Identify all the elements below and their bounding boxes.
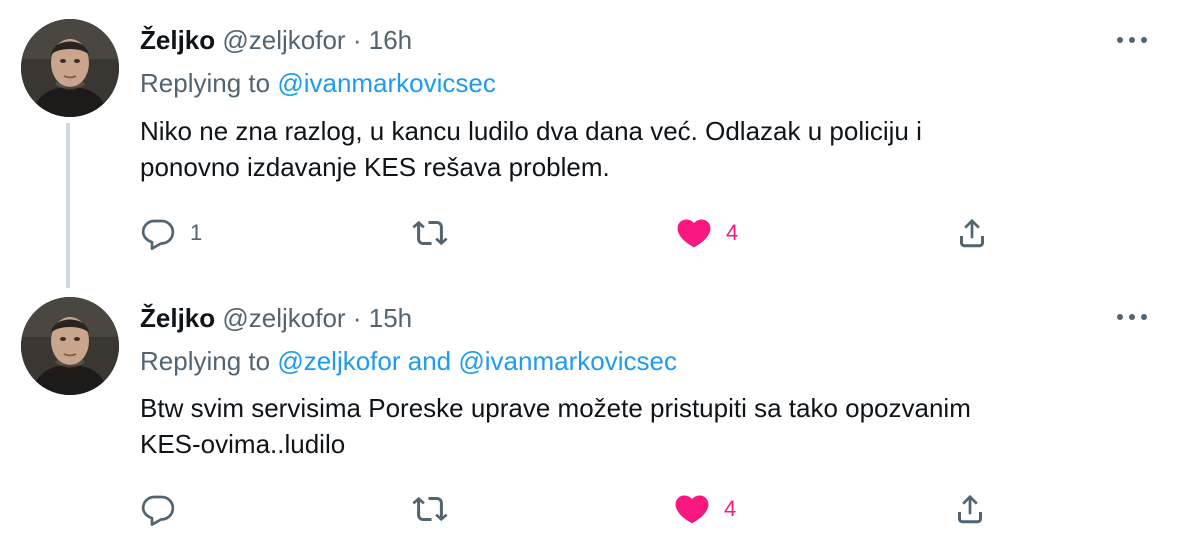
heart-filled-icon	[677, 219, 711, 248]
share-upload-icon	[958, 494, 982, 524]
tweet-text-line: Niko ne zna razlog, u kancu ludilo dva d…	[140, 116, 922, 146]
retweet-icon	[412, 496, 448, 522]
reply-count: 1	[190, 220, 203, 245]
author-handle[interactable]: @zeljkofor	[222, 25, 345, 55]
tweet-timestamp[interactable]: 15h	[369, 303, 412, 333]
retweet-icon	[412, 220, 448, 246]
thread-line	[66, 123, 70, 288]
avatar[interactable]	[21, 297, 119, 395]
tweet-text-line: ponovno izdavanje KES rešava problem.	[140, 152, 610, 182]
share-button[interactable]	[952, 491, 988, 527]
avatar-photo-icon	[21, 297, 119, 395]
replying-to: Replying to @zeljkofor and @ivanmarkovic…	[140, 345, 677, 377]
replying-prefix: Replying to	[140, 346, 271, 376]
tweet-text-line: KES-ovima..ludilo	[140, 429, 346, 459]
mentioned-users-joiner[interactable]: and	[408, 346, 451, 376]
tweet-1[interactable]: Željko @zeljkofor · 16h Replying to @iva…	[0, 0, 1178, 288]
like-count: 4	[726, 220, 739, 245]
more-options-button[interactable]	[1114, 307, 1150, 327]
author-name[interactable]: Željko	[140, 303, 215, 333]
more-horizontal-icon	[1117, 37, 1147, 43]
reply-bubble-icon	[141, 219, 175, 250]
more-horizontal-icon	[1117, 314, 1147, 320]
more-options-button[interactable]	[1114, 30, 1150, 50]
reply-button[interactable]: 1	[140, 215, 202, 251]
mentioned-user-link[interactable]: @ivanmarkovicsec	[277, 68, 496, 98]
heart-filled-icon	[675, 495, 709, 524]
tweet-header: Željko @zeljkofor · 16h	[140, 24, 412, 56]
tweet-timestamp[interactable]: 16h	[369, 25, 412, 55]
retweet-button[interactable]	[412, 491, 462, 527]
like-count: 4	[724, 496, 737, 521]
replying-prefix: Replying to	[140, 68, 271, 98]
author-name[interactable]: Željko	[140, 25, 215, 55]
like-button[interactable]: 4	[674, 491, 736, 527]
mentioned-user-link[interactable]: @zeljkofor	[277, 346, 400, 376]
retweet-button[interactable]	[412, 215, 462, 251]
share-upload-icon	[960, 218, 984, 248]
reply-button[interactable]	[140, 491, 190, 527]
separator-dot: ·	[352, 25, 362, 55]
share-button[interactable]	[954, 215, 990, 251]
like-button[interactable]: 4	[676, 215, 738, 251]
tweet-text: Niko ne zna razlog, u kancu ludilo dva d…	[140, 113, 1140, 185]
avatar[interactable]	[21, 19, 119, 117]
tweet-header: Željko @zeljkofor · 15h	[140, 302, 412, 334]
author-handle[interactable]: @zeljkofor	[222, 303, 345, 333]
avatar-photo-icon	[21, 19, 119, 117]
tweet-2[interactable]: Željko @zeljkofor · 15h Replying to @zel…	[0, 283, 1178, 550]
tweet-text-line: Btw svim servisima Poreske uprave možete…	[140, 393, 971, 423]
mentioned-user-link[interactable]: @ivanmarkovicsec	[458, 346, 677, 376]
tweet-text: Btw svim servisima Poreske uprave možete…	[140, 390, 1140, 462]
replying-to: Replying to @ivanmarkovicsec	[140, 67, 496, 99]
reply-bubble-icon	[141, 495, 175, 526]
separator-dot: ·	[352, 303, 362, 333]
